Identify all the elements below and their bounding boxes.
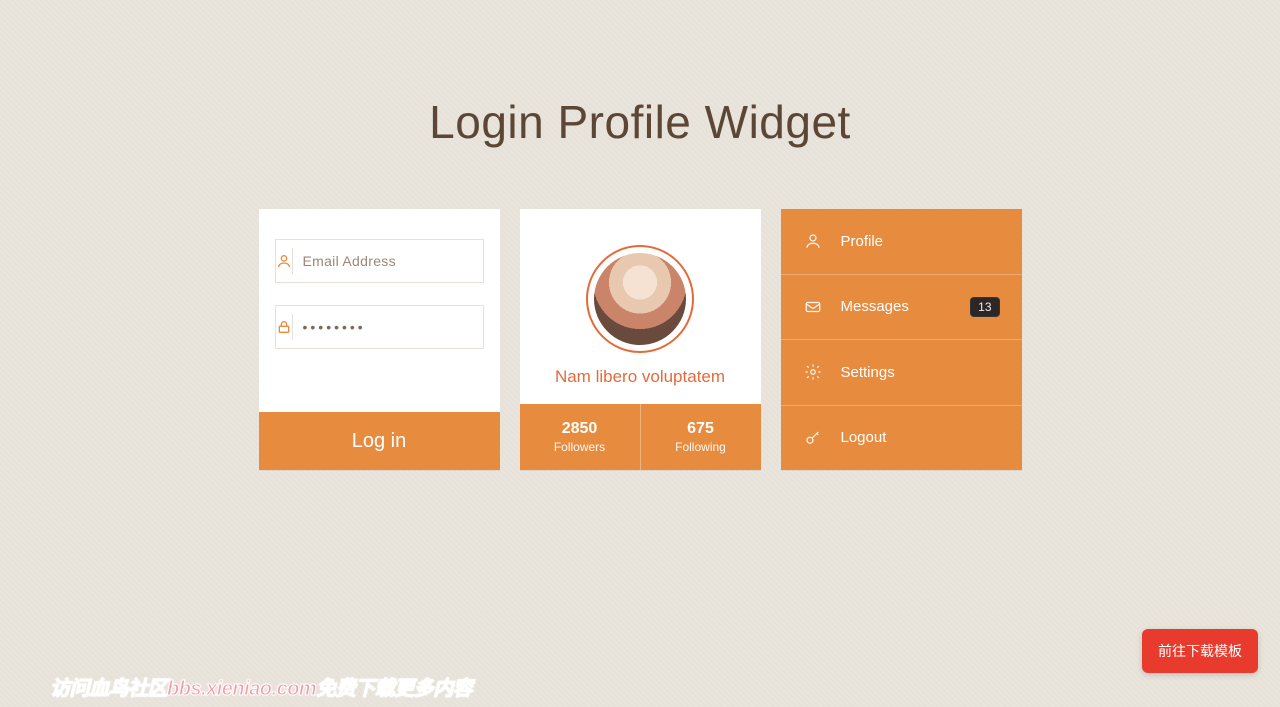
menu-item-label: Settings xyxy=(841,364,1000,381)
login-button[interactable]: Log in xyxy=(259,412,500,470)
login-form xyxy=(259,209,500,412)
menu-item-profile[interactable]: Profile xyxy=(781,209,1022,275)
menu-item-label: Logout xyxy=(841,429,1000,446)
menu-item-label: Profile xyxy=(841,233,1000,250)
email-input[interactable] xyxy=(293,253,494,269)
followers-label: Followers xyxy=(554,440,605,454)
followers-stat[interactable]: 2850 Followers xyxy=(520,404,640,470)
profile-card: Nam libero voluptatem 2850 Followers 675… xyxy=(520,209,761,470)
user-icon xyxy=(276,248,293,274)
widget-row: Log in Nam libero voluptatem 2850 Follow… xyxy=(0,209,1280,470)
profile-top: Nam libero voluptatem xyxy=(520,209,761,404)
avatar-photo xyxy=(594,253,686,345)
profile-stats: 2850 Followers 675 Following xyxy=(520,404,761,470)
following-label: Following xyxy=(675,440,726,454)
login-card: Log in xyxy=(259,209,500,470)
following-count: 675 xyxy=(687,420,714,438)
menu-item-messages[interactable]: Messages 13 xyxy=(781,275,1022,341)
menu-item-label: Messages xyxy=(841,298,953,315)
password-input[interactable] xyxy=(293,319,494,335)
menu-item-settings[interactable]: Settings xyxy=(781,340,1022,406)
password-field-wrapper xyxy=(275,305,484,349)
profile-name: Nam libero voluptatem xyxy=(555,367,725,387)
user-icon xyxy=(803,232,823,250)
key-icon xyxy=(803,429,823,447)
email-field-wrapper xyxy=(275,239,484,283)
lock-icon xyxy=(276,314,293,340)
download-template-button[interactable]: 前往下载模板 xyxy=(1142,629,1258,673)
followers-count: 2850 xyxy=(562,420,598,438)
mail-icon xyxy=(803,298,823,316)
menu-card: Profile Messages 13 Settings xyxy=(781,209,1022,470)
gear-icon xyxy=(803,363,823,381)
following-stat[interactable]: 675 Following xyxy=(640,404,761,470)
watermark-text: 访问血鸟社区bbs.xieniao.com免费下载更多内容 xyxy=(50,672,472,701)
messages-badge: 13 xyxy=(970,297,999,317)
menu-item-logout[interactable]: Logout xyxy=(781,406,1022,471)
page-title: Login Profile Widget xyxy=(0,95,1280,149)
avatar xyxy=(586,245,694,353)
